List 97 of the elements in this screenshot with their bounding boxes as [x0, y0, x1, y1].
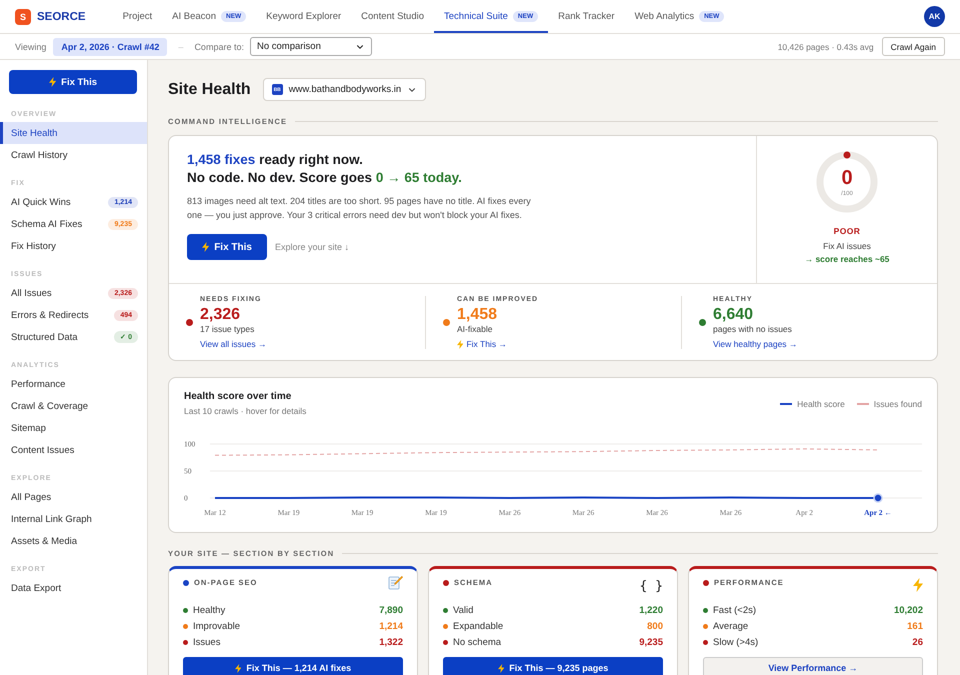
stat-link[interactable]: Fix This → [457, 339, 538, 349]
sidebar-item-label: Crawl & Coverage [11, 400, 88, 412]
metric-value: 1,220 [639, 604, 663, 616]
latest-point-marker [873, 493, 883, 503]
brand-name: SEORCE [37, 10, 86, 22]
metric-value: 1,214 [379, 620, 403, 632]
crawl-stats: 10,426 pages · 0.43s avg [778, 42, 874, 52]
sidebar-item-label: Schema AI Fixes [11, 218, 82, 230]
explore-link[interactable]: Explore your site ↓ [274, 242, 350, 252]
metric-label: Issues [193, 636, 222, 648]
stat-detail: pages with no issues [713, 324, 793, 334]
lightning-icon [234, 664, 242, 672]
nav-tab[interactable]: Content Studio [351, 0, 434, 33]
nav-tab[interactable]: Rank Tracker [548, 0, 625, 33]
section-action-button[interactable]: Fix This — 9,235 pages [443, 657, 663, 675]
stat-value: 6,640 [713, 305, 754, 324]
memo-icon [388, 575, 403, 590]
sidebar-item[interactable]: Fix History [0, 235, 147, 257]
lightning-icon [912, 578, 923, 592]
metric-label: Improvable [193, 620, 241, 632]
metric-value: 26 [912, 636, 923, 648]
sidebar-item-label: Site Health [11, 128, 58, 138]
sidebar-item[interactable]: Crawl History [0, 144, 147, 166]
sidebar-item-label: All Pages [11, 492, 52, 502]
stat-value: 2,326 [200, 305, 242, 324]
braces-icon: { } [640, 579, 663, 594]
metric-label: Valid [453, 604, 474, 616]
fix-this-button[interactable]: Fix This [9, 70, 137, 94]
score-gauge [815, 150, 879, 214]
page-title: Site Health [168, 80, 251, 98]
legend-item: Issues found [856, 399, 922, 409]
lightning-icon [202, 242, 210, 252]
viewing-label: Viewing [15, 42, 46, 52]
metric-value: 10,202 [894, 604, 923, 616]
sidebar-item-label: Assets & Media [11, 536, 77, 546]
metric-label: Fast (<2s) [713, 604, 758, 616]
sidebar-item-label: Performance [11, 378, 66, 390]
separator-dash: – [178, 42, 184, 52]
legend-line-icon [780, 403, 792, 405]
metric-label: Expandable [453, 620, 504, 632]
score-note: Fix AI issues [823, 241, 871, 251]
legend-line-icon [856, 403, 869, 405]
stat-link[interactable]: View all issues → [200, 339, 266, 349]
metric-label: No schema [453, 636, 502, 648]
sidebar-item-label: Structured Data [11, 332, 78, 342]
lightning-icon [498, 664, 504, 672]
nav-tab[interactable]: Project [112, 0, 162, 33]
metric-value: 1,322 [379, 636, 403, 648]
score-value: 0 [841, 168, 853, 188]
stat-value: 1,458 [457, 305, 498, 324]
metric-value: 161 [907, 620, 923, 632]
sidebar-item[interactable]: Internal Link Graph [0, 508, 147, 530]
metric-label: Slow (>4s) [713, 636, 760, 648]
sidebar-item-label: All Issues [11, 288, 52, 298]
metric-value: 800 [647, 620, 663, 632]
stat-detail: 17 issue types [200, 324, 256, 334]
nav-tab[interactable]: Keyword Explorer [256, 0, 352, 33]
sidebar-item[interactable]: Site Health [0, 122, 147, 144]
user-avatar[interactable]: AK [924, 6, 945, 27]
sidebar-item-label: Sitemap [11, 422, 46, 434]
sidebar-item-label: Content Issues [11, 444, 74, 456]
metric-label: Healthy [193, 604, 226, 616]
sidebar-item-label: Crawl History [11, 150, 68, 160]
section-action-button[interactable]: Fix This — 1,214 AI fixes [183, 657, 403, 675]
score-projection: → score reaches ~65 [804, 254, 890, 264]
sidebar-item-label: Fix History [11, 240, 56, 252]
fix-this-button[interactable]: Fix This [187, 234, 267, 260]
headline: 1,458 fixes ready right now. No code. No dev. Score goes 0 → 65 today. [187, 151, 463, 187]
sidebar-item[interactable]: Content Issues [0, 439, 147, 461]
chart-title: Health score over time [184, 391, 292, 402]
compare-label: Compare to: [194, 42, 244, 52]
sidebar-item[interactable]: Sitemap [0, 417, 147, 439]
sidebar-item[interactable]: All Pages [0, 486, 147, 508]
stat-detail: AI-fixable [457, 324, 494, 334]
chart-subtitle: Last 10 crawls · hover for details [184, 406, 306, 416]
sidebar-item[interactable]: Data Export [0, 577, 147, 599]
crawl-again-button[interactable]: Crawl Again [882, 37, 945, 56]
section-action-button[interactable]: View Performance → [703, 657, 923, 675]
sidebar-item-label: Internal Link Graph [11, 514, 92, 524]
lightning-icon [48, 77, 56, 87]
score-rating: POOR [834, 226, 860, 236]
sidebar-item[interactable]: Crawl & Coverage [0, 395, 147, 417]
summary-text: 813 images need alt text. 204 titles are too short. 95 pages have no title. AI fixes every one — you just approve. Your 3 critical errors need dev but won't block your AI fixes. [187, 195, 532, 222]
crawl-pill[interactable]: Apr 2, 2026 · Crawl #42 [53, 38, 168, 56]
legend-item: Health score [780, 399, 845, 409]
stat-link[interactable]: View healthy pages → [713, 339, 798, 349]
metric-value: 9,235 [639, 636, 663, 648]
metric-value: 7,890 [379, 604, 403, 616]
sidebar-item-label: Data Export [11, 582, 62, 594]
logo: S [15, 8, 31, 24]
sidebar-item-label: AI Quick Wins [11, 196, 71, 208]
metric-label: Average [713, 620, 750, 632]
lightning-icon [457, 340, 464, 348]
sidebar-item[interactable]: Performance [0, 373, 147, 395]
sidebar-item-label: Errors & Redirects [11, 310, 89, 320]
sidebar-item[interactable]: Assets & Media [0, 530, 147, 552]
compare-select[interactable]: No comparison [250, 37, 372, 56]
